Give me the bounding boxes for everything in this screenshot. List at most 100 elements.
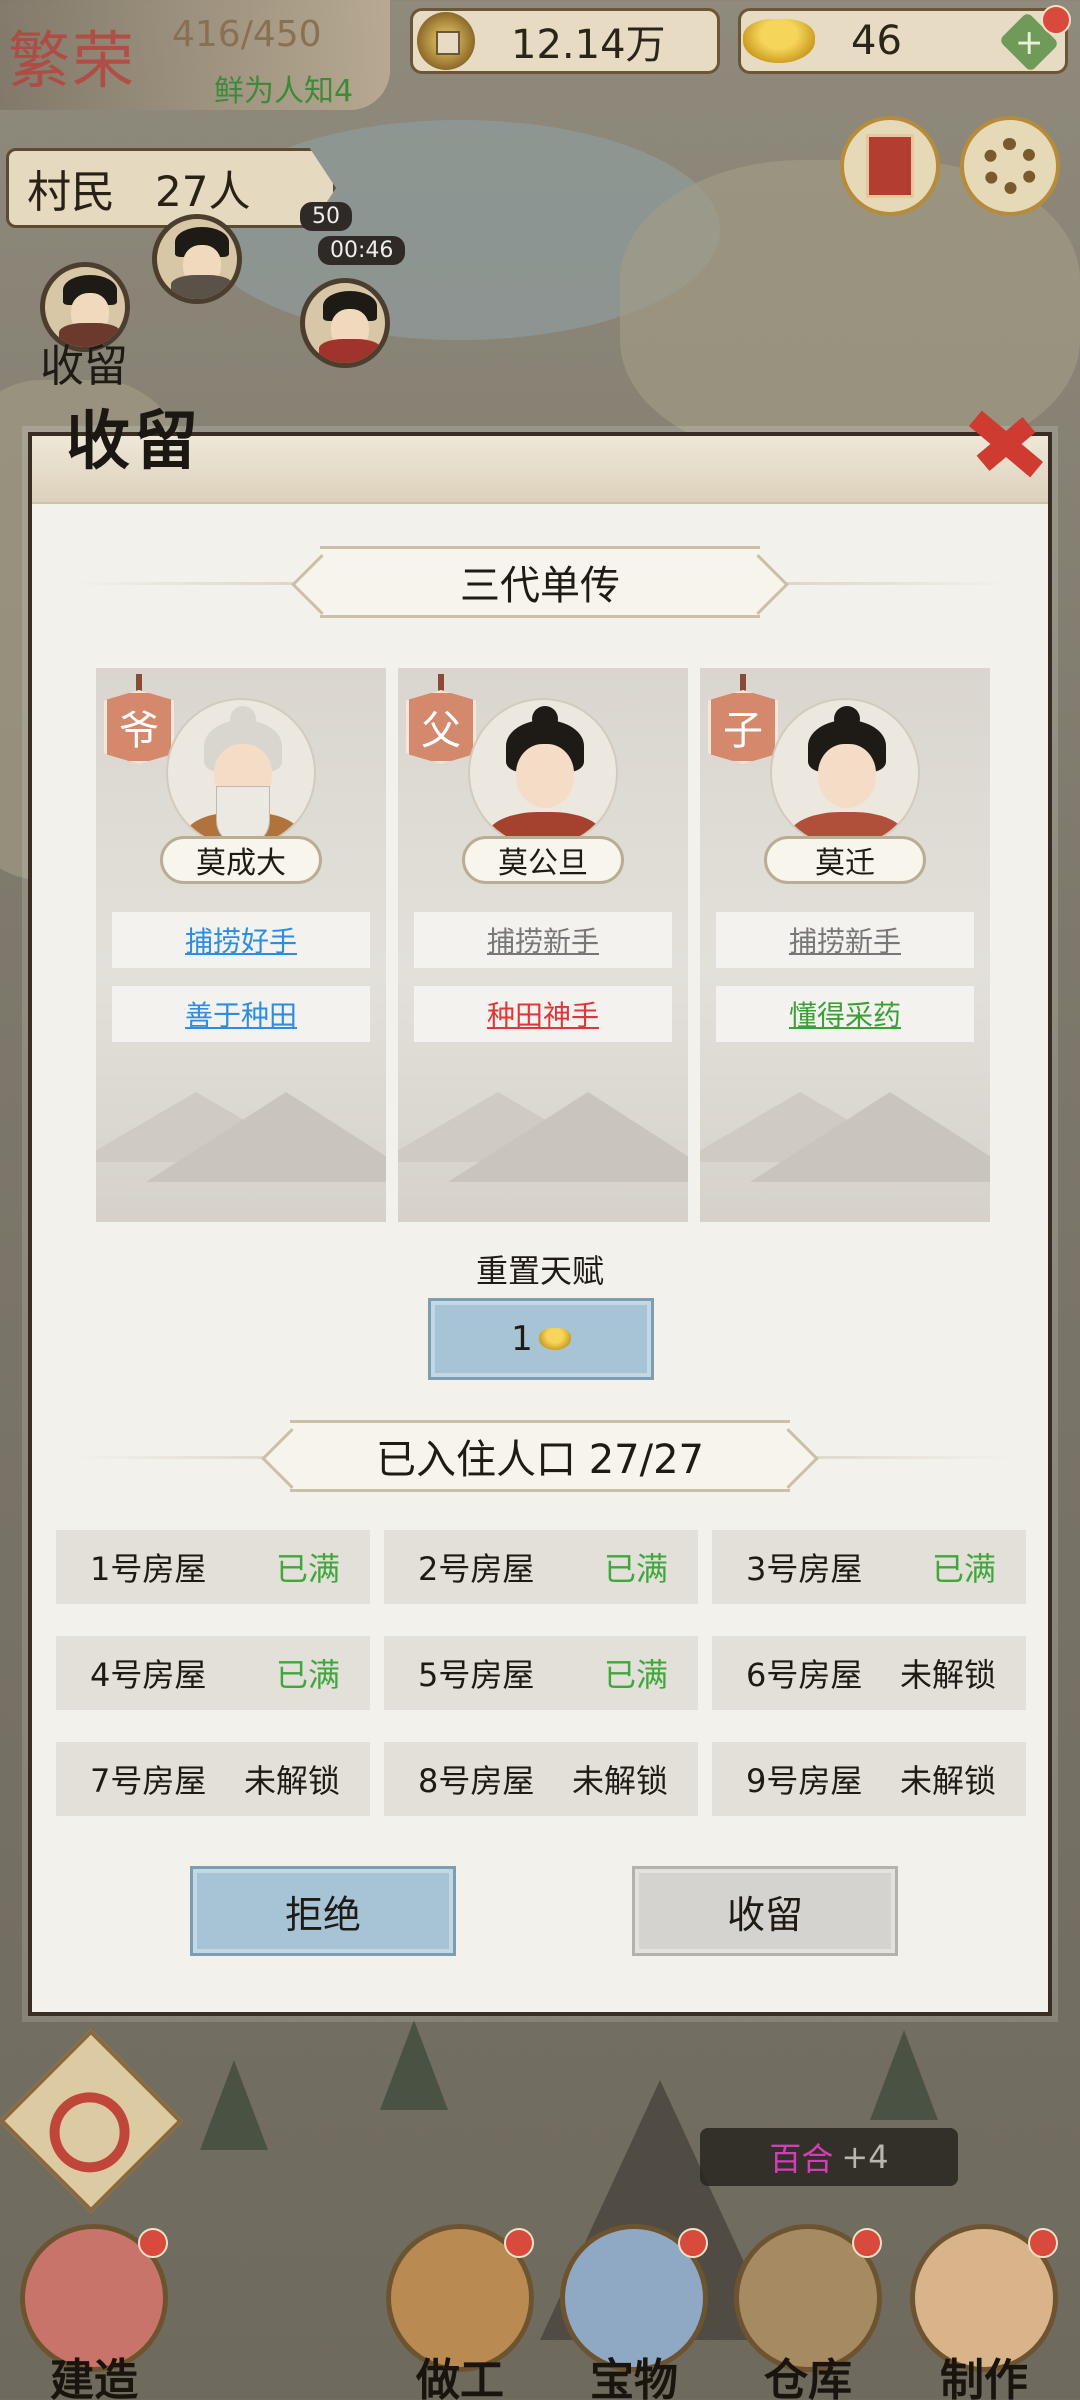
house-name: 7号房屋: [90, 1762, 207, 1800]
villagers-label: 村民: [27, 167, 115, 218]
plus-icon: +: [1014, 21, 1044, 63]
reject-button[interactable]: 拒绝: [190, 1866, 456, 1956]
grandfather-portrait: [166, 698, 316, 848]
character-name: 莫成大: [160, 836, 322, 884]
house-status: 已满: [931, 1550, 996, 1588]
talent-link[interactable]: 捕捞新手: [716, 912, 974, 968]
shelter-dialog: 收留 三代单传 爷 莫成大 捕捞好手 善于种田 父 莫公旦 捕捞新手 种田神手 …: [28, 404, 1052, 2016]
prosperity-panel[interactable]: 繁荣 416/450 鲜为人知4: [0, 0, 390, 110]
house-slot[interactable]: 9号房屋 未解锁: [712, 1742, 1026, 1816]
villagers-counter[interactable]: 村民 27人: [6, 148, 336, 228]
role-tag: 爷: [104, 690, 174, 764]
role-tag: 子: [708, 690, 778, 764]
gear-icon: [982, 138, 1038, 194]
house-slot[interactable]: 4号房屋 已满: [56, 1636, 370, 1710]
character-name: 莫迁: [764, 836, 926, 884]
house-status: 已满: [275, 1550, 340, 1588]
family-banner-text: 三代单传: [460, 563, 620, 609]
nav-warehouse[interactable]: 仓库: [734, 2224, 882, 2400]
house-name: 1号房屋: [90, 1550, 207, 1588]
population-banner: 已入住人口 27/27: [290, 1420, 790, 1492]
house-status: 未解锁: [899, 1762, 996, 1800]
coins-value: 12.14万: [511, 22, 666, 68]
nav-treasure-label: 宝物: [590, 2355, 678, 2400]
role-tag-text: 子: [723, 708, 763, 754]
family-banner: 三代单传: [320, 546, 760, 618]
role-tag-text: 爷: [119, 708, 159, 754]
gold-ingot-icon: [743, 19, 815, 63]
house-status: 未解锁: [243, 1762, 340, 1800]
house-slot[interactable]: 1号房屋 已满: [56, 1530, 370, 1604]
nav-craft-label: 制作: [940, 2355, 1028, 2400]
population-banner-text: 已入住人口 27/27: [376, 1437, 704, 1483]
notification-dot-icon: [1028, 2228, 1058, 2258]
talent-link[interactable]: 懂得采药: [716, 986, 974, 1042]
build-timer-label: 50: [300, 202, 352, 231]
notification-dot-icon: [138, 2228, 168, 2258]
notification-dot-icon: [678, 2228, 708, 2258]
visitor-avatar[interactable]: [300, 278, 390, 368]
copper-coin-icon: [417, 12, 475, 70]
reset-cost: 1: [511, 1319, 533, 1359]
house-slot[interactable]: 3号房屋 已满: [712, 1530, 1026, 1604]
prosperity-value: 416/450: [172, 14, 322, 55]
house-name: 3号房屋: [746, 1550, 863, 1588]
son-portrait: [770, 698, 920, 848]
event-scroll-button[interactable]: [840, 116, 940, 216]
nav-craft[interactable]: 制作: [910, 2224, 1058, 2400]
house-status: 未解锁: [571, 1762, 668, 1800]
house-name: 9号房屋: [746, 1762, 863, 1800]
dialog-title: 收留: [66, 404, 202, 479]
nav-build[interactable]: 建造: [20, 2224, 168, 2400]
house-slot[interactable]: 5号房屋 已满: [384, 1636, 698, 1710]
villagers-count: 27人: [155, 166, 251, 216]
talent-link[interactable]: 捕捞好手: [112, 912, 370, 968]
father-portrait: [468, 698, 618, 848]
reward-amount: +4: [841, 2138, 889, 2176]
notification-dot-icon: [852, 2228, 882, 2258]
notification-dot-icon: [1041, 5, 1071, 35]
house-slot[interactable]: 8号房屋 未解锁: [384, 1742, 698, 1816]
house-name: 5号房屋: [418, 1656, 535, 1694]
nav-treasure[interactable]: 宝物: [560, 2224, 708, 2400]
role-tag: 父: [406, 690, 476, 764]
prosperity-rank: 鲜为人知4: [214, 74, 354, 109]
house-name: 6号房屋: [746, 1656, 863, 1694]
reset-talent-button[interactable]: 1: [428, 1298, 654, 1380]
generation-card-father: 父 莫公旦 捕捞新手 种田神手: [398, 668, 688, 1222]
house-status: 未解锁: [899, 1656, 996, 1694]
reset-talent-label: 重置天赋: [475, 1252, 604, 1290]
reward-toast: 百合 +4: [700, 2128, 958, 2186]
scroll-icon: [866, 134, 914, 198]
ingots-value: 46: [851, 18, 902, 64]
talent-link[interactable]: 种田神手: [414, 986, 672, 1042]
talent-link[interactable]: 捕捞新手: [414, 912, 672, 968]
prosperity-title: 繁荣: [8, 24, 137, 97]
generation-card-son: 子 莫迁 捕捞新手 懂得采药: [700, 668, 990, 1222]
character-name: 莫公旦: [462, 836, 624, 884]
build-timer: 00:46: [318, 236, 406, 265]
role-tag-text: 父: [421, 708, 461, 754]
reward-item: 百合: [769, 2140, 834, 2178]
house-slot[interactable]: 2号房屋 已满: [384, 1530, 698, 1604]
nav-build-label: 建造: [50, 2355, 138, 2400]
house-slot[interactable]: 7号房屋 未解锁: [56, 1742, 370, 1816]
gold-ingot-icon: [538, 1328, 571, 1350]
shelter-map-label: 收留: [40, 341, 128, 392]
generation-card-grandfather: 爷 莫成大 捕捞好手 善于种田: [96, 668, 386, 1222]
ingots-counter[interactable]: 46 +: [738, 5, 1071, 74]
house-name: 8号房屋: [418, 1762, 535, 1800]
close-icon[interactable]: [962, 400, 1046, 484]
talent-link[interactable]: 善于种田: [112, 986, 370, 1042]
accept-button[interactable]: 收留: [632, 1866, 898, 1956]
house-slot[interactable]: 6号房屋 未解锁: [712, 1636, 1026, 1710]
house-name: 2号房屋: [418, 1550, 535, 1588]
settings-button[interactable]: [960, 116, 1060, 216]
coins-counter[interactable]: 12.14万: [410, 8, 720, 74]
house-status: 已满: [275, 1656, 340, 1694]
nav-work-label: 做工: [416, 2355, 504, 2400]
villager-avatar[interactable]: [152, 214, 242, 304]
house-name: 4号房屋: [90, 1656, 207, 1694]
notification-dot-icon: [504, 2228, 534, 2258]
nav-work[interactable]: 做工: [386, 2224, 534, 2400]
